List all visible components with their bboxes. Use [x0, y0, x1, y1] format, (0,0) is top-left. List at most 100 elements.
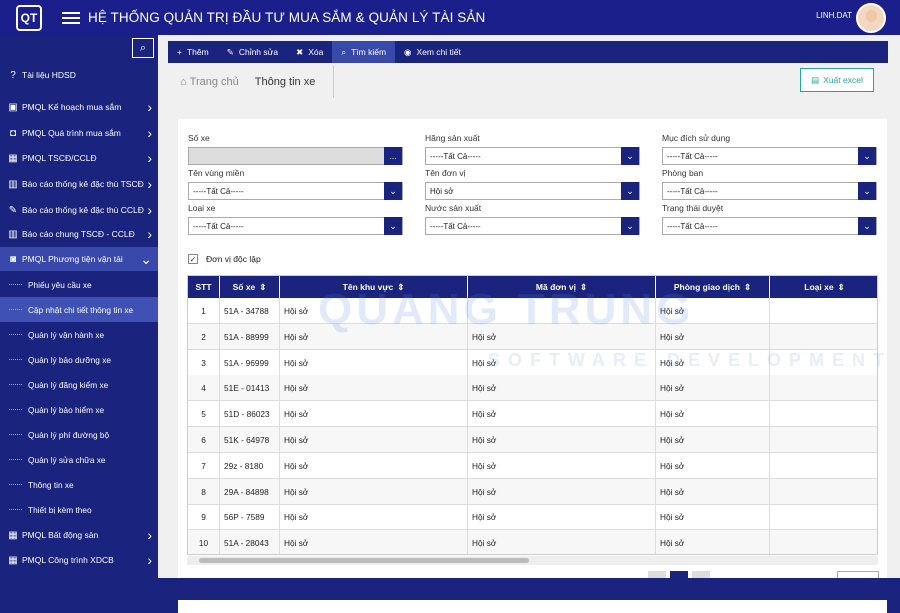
tree-line — [9, 459, 22, 460]
filter-select[interactable]: -----Tất Cả----- ⌄ — [425, 147, 640, 165]
table-cell: 56P - 7589 — [220, 504, 280, 531]
sidebar-item[interactable]: ▦ PMQL Bất động sản › — [0, 523, 158, 547]
filter-select[interactable]: -----Tất Cả----- ⌄ — [662, 182, 877, 200]
toolbar: + Thêm ✎ Chỉnh sửa ✖ Xóa ⌕ Tìm kiếm ◉ Xem chi tiế… — [168, 41, 888, 63]
pencil-icon: ✎ — [226, 46, 234, 57]
filter-select[interactable]: -----Tất Cả----- ⌄ — [425, 217, 640, 235]
sidebar-item-label: Báo cáo chung TSCĐ - CCLĐ — [22, 229, 135, 239]
filter-select[interactable]: -----Tất Cả----- ⌄ — [188, 217, 403, 235]
sidebar-subitem[interactable]: Quản lý phí đường bộ — [0, 422, 158, 447]
table-row[interactable]: 7 29z - 8180 Hội sở Hội sở Hội sở — [188, 452, 877, 479]
report-icon: ▥ — [8, 178, 18, 190]
horizontal-scrollbar[interactable] — [187, 556, 878, 565]
chevron-down-icon[interactable]: ⌄ — [621, 147, 639, 165]
column-header[interactable]: Tên khu vực ⇕ — [280, 276, 468, 298]
filter-select[interactable]: -----Tất Cả----- ⌄ — [662, 217, 877, 235]
table-cell: Hội sở — [280, 504, 468, 531]
sidebar-subitem[interactable]: Quản lý bảo dưỡng xe — [0, 347, 158, 372]
filter-select[interactable]: Hội sở ⌄ — [425, 182, 640, 200]
chevron-down-icon[interactable]: ⌄ — [621, 217, 639, 235]
column-header[interactable]: Loại xe ⇕ — [770, 276, 877, 298]
sidebar-subitem-label: Thông tin xe — [28, 479, 74, 490]
filter-select[interactable]: -----Tất Cả----- ⌄ — [662, 147, 877, 165]
sidebar-item[interactable]: ◘ PMQL Quá trình mua sắm › — [0, 121, 158, 145]
sidebar-subitem[interactable]: Quản lý bảo hiểm xe — [0, 397, 158, 422]
sidebar-subitem[interactable]: Thông tin xe — [0, 472, 158, 497]
sidebar-subitem[interactable]: Cập nhật chi tiết thông tin xe — [0, 297, 158, 322]
sidebar-subitem[interactable]: Quản lý đăng kiểm xe — [0, 372, 158, 397]
table-row[interactable]: 9 56P - 7589 Hội sở Hội sở Hội sở — [188, 504, 877, 531]
independent-unit-checkbox[interactable]: ✓ Đơn vị độc lập — [188, 254, 261, 264]
sort-icon: ⇕ — [579, 281, 588, 292]
user-name[interactable]: LINH.DAT — [816, 11, 852, 20]
chevron-down-icon[interactable]: ⌄ — [621, 182, 639, 200]
sidebar-item[interactable]: ▥ Báo cáo thống kê đặc thù TSCĐ › — [0, 172, 158, 196]
chevron-down-icon[interactable]: ⌄ — [858, 147, 876, 165]
avatar[interactable] — [856, 3, 886, 33]
sidebar-subitem[interactable]: Thiết bị kèm theo — [0, 497, 158, 522]
table-row[interactable]: 1 51A - 34788 Hội sở Hội sở — [188, 298, 877, 324]
column-header[interactable]: Phòng giao dịch ⇕ — [656, 276, 770, 298]
sidebar-item[interactable]: ✎ Báo cáo thống kê đặc thù CCLĐ › — [0, 198, 158, 222]
filter-value: -----Tất Cả----- — [430, 151, 481, 161]
sidebar-item[interactable]: ? Tài liệu HDSD — [0, 63, 158, 87]
sidebar-subitem[interactable]: Phiếu yêu cầu xe — [0, 272, 158, 297]
chevron-down-icon[interactable]: ⌄ — [858, 182, 876, 200]
table-cell: 51K - 64978 — [220, 427, 280, 453]
chevron-down-icon[interactable]: ⌄ — [384, 217, 402, 235]
browse-button[interactable]: ... — [384, 147, 402, 165]
filter-value: -----Tất Cả----- — [667, 186, 718, 196]
search-icon: ⌕ — [341, 46, 347, 57]
sidebar-subitem[interactable]: Quản lý sửa chữa xe — [0, 447, 158, 472]
toolbar-button[interactable]: ✖ Xóa — [287, 41, 332, 63]
table-cell: Hội sở — [468, 349, 656, 376]
sidebar-item[interactable]: ◙ PMQL Phương tiện vận tải ⌄ — [0, 247, 158, 271]
sort-icon: ⇕ — [397, 281, 405, 292]
table-row[interactable]: 3 51A - 96999 Hội sở Hội sở Hội sở — [188, 349, 877, 376]
sidebar-item[interactable]: ▥ Báo cáo chung TSCĐ - CCLĐ › — [0, 222, 158, 246]
menu-toggle-icon[interactable] — [62, 11, 80, 24]
sidebar: ⌕ ? Tài liệu HDSD ▣ PMQL Kế hoạch mua sắm › ◘… — [0, 35, 158, 600]
chevron-down-icon[interactable]: ⌄ — [858, 217, 876, 235]
chevron-down-icon[interactable]: ⌄ — [384, 182, 402, 200]
column-header[interactable]: STT — [188, 276, 220, 298]
wrench-icon: ✎ — [8, 204, 18, 216]
sidebar-subitem[interactable]: Quản lý vận hành xe — [0, 322, 158, 347]
toolbar-button-label: Chỉnh sửa — [238, 47, 279, 57]
table-cell: 9 — [188, 504, 220, 531]
column-header[interactable]: Số xe ⇕ — [220, 276, 280, 298]
table-row[interactable]: 2 51A - 88999 Hội sở Hội sở Hội sở — [188, 323, 877, 350]
sidebar-search-button[interactable]: ⌕ — [132, 38, 154, 58]
file-icon: ▤ — [811, 74, 820, 85]
filter-select[interactable]: -----Tất Cả----- ⌄ — [188, 182, 403, 200]
sort-icon: ⇕ — [259, 281, 267, 292]
sidebar-subitem-label: Quản lý đăng kiểm xe — [28, 379, 109, 390]
sidebar-item[interactable]: ▦ PMQL Công trình XDCB › — [0, 548, 158, 572]
table-row[interactable]: 10 51A - 28043 Hội sở Hội sở Hội sở — [188, 530, 877, 554]
sidebar-item[interactable]: ▣ PMQL Kế hoạch mua sắm › — [0, 95, 158, 119]
table-row[interactable]: 6 51K - 64978 Hội sở Hội sở Hội sở — [188, 427, 877, 453]
breadcrumb-home[interactable]: ⌂ Trang chủ — [180, 76, 239, 88]
toolbar-button[interactable]: ✎ Chỉnh sửa — [218, 41, 287, 63]
chevron-right-icon: › — [147, 226, 152, 242]
app-logo[interactable]: QT — [16, 4, 42, 31]
tree-line — [9, 434, 22, 435]
toolbar-button[interactable]: ◉ Xem chi tiết — [395, 41, 470, 63]
table-cell: Hội sở — [656, 349, 770, 376]
column-header[interactable]: Mã đơn vị ⇕ — [468, 276, 656, 298]
filter-label: Tên vùng miền — [188, 168, 245, 178]
table-row[interactable]: 5 51D - 86023 Hội sở Hội sở Hội sở — [188, 401, 877, 428]
chevron-right-icon: › — [147, 150, 152, 166]
toolbar-button[interactable]: + Thêm — [168, 41, 218, 63]
table-cell: 4 — [188, 375, 220, 402]
toolbar-button[interactable]: ⌕ Tìm kiếm — [332, 41, 396, 63]
app-title: HỆ THỐNG QUẢN TRỊ ĐẦU TƯ MUA SẮM & QUẢN … — [88, 10, 486, 25]
plate-input[interactable]: ... — [188, 147, 403, 165]
chevron-right-icon: › — [147, 176, 152, 192]
table-row[interactable]: 8 29A - 84898 Hội sở Hội sở Hội sở — [188, 478, 877, 505]
export-excel-button[interactable]: ▤ Xuất excel — [800, 68, 874, 92]
eye-icon: ◉ — [404, 46, 412, 57]
table-row[interactable]: 4 51E - 01413 Hội sở Hội sở Hội sở — [188, 375, 877, 402]
sidebar-item[interactable]: ▦ PMQL TSCĐ/CCLĐ › — [0, 146, 158, 170]
tree-line — [9, 309, 22, 310]
